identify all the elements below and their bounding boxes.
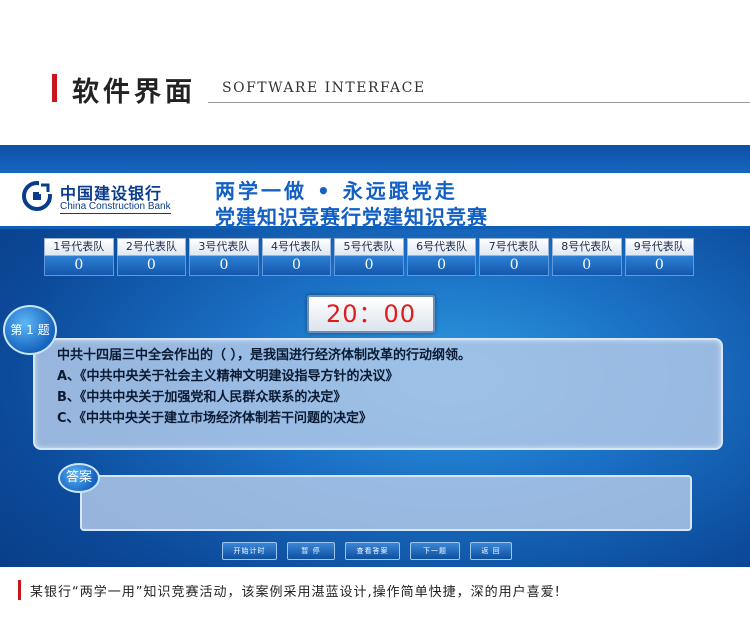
option-b[interactable]: B、《中共中央关于加强党和人民群众联系的决定》 — [57, 387, 699, 408]
countdown-timer: 20：00 — [307, 295, 435, 333]
team-card[interactable]: 5号代表队 0 — [334, 238, 404, 276]
question-number-badge: 第 1 题 — [3, 305, 57, 355]
section-subtitle: SOFTWARE INTERFACE — [222, 80, 426, 96]
next-question-button[interactable]: 下一题 — [410, 542, 460, 560]
banner-title-line2: 党建知识竞赛行党建知识竞赛 — [215, 205, 488, 229]
team-score: 0 — [44, 256, 114, 276]
team-score: 0 — [479, 256, 549, 276]
accent-bar — [52, 74, 57, 102]
team-name: 9号代表队 — [624, 238, 695, 256]
question-panel: 中共十四届三中全会作出的（ ），是我国进行经济体制改革的行动纲领。 A、《中共中… — [33, 338, 723, 450]
team-name: 6号代表队 — [406, 238, 477, 256]
team-card[interactable]: 7号代表队 0 — [479, 238, 549, 276]
team-score: 0 — [406, 256, 477, 276]
team-card[interactable]: 3号代表队 0 — [189, 238, 259, 276]
team-card[interactable]: 2号代表队 0 — [116, 238, 187, 276]
option-a[interactable]: A、《中共中央关于社会主义精神文明建设指导方针的决议》 — [57, 366, 699, 387]
option-c[interactable]: C、《中共中央关于建立市场经济体制若干问题的决定》 — [57, 408, 699, 429]
back-button[interactable]: 返 回 — [470, 542, 512, 560]
team-score: 0 — [261, 256, 332, 276]
footer-accent-bar — [18, 580, 21, 600]
team-score: 0 — [116, 256, 187, 276]
answer-badge: 答案 — [58, 463, 100, 493]
app-banner: 中国建设银行 China Construction Bank 两学一做 • 永远… — [0, 173, 750, 229]
team-name: 4号代表队 — [261, 238, 332, 256]
team-name: 5号代表队 — [334, 238, 404, 256]
view-answer-button[interactable]: 查看答案 — [345, 542, 400, 560]
team-score: 0 — [334, 256, 404, 276]
ccb-logo-icon — [22, 181, 52, 211]
team-card[interactable]: 4号代表队 0 — [261, 238, 332, 276]
header-divider — [208, 102, 750, 103]
question-text: 中共十四届三中全会作出的（ ），是我国进行经济体制改革的行动纲领。 — [57, 348, 472, 363]
pause-button[interactable]: 暂 停 — [287, 542, 335, 560]
team-name: 2号代表队 — [116, 238, 187, 256]
team-name: 7号代表队 — [479, 238, 549, 256]
team-scoreboard: 1号代表队 0 2号代表队 0 3号代表队 0 4号代表队 0 5号代表队 0 … — [44, 238, 695, 276]
footer-caption: 某银行“两学一用”知识竞赛活动，该案例采用湛蓝设计,操作简单快捷，深的用户喜爱! — [30, 585, 561, 600]
team-score: 0 — [624, 256, 695, 276]
team-score: 0 — [551, 256, 622, 276]
start-timer-button[interactable]: 开始计时 — [222, 542, 277, 560]
control-bar: 开始计时 暂 停 查看答案 下一题 返 回 — [222, 542, 512, 560]
team-name: 8号代表队 — [551, 238, 622, 256]
section-title: 软件界面 — [72, 77, 196, 108]
team-card[interactable]: 6号代表队 0 — [406, 238, 477, 276]
answer-panel — [80, 475, 692, 531]
bank-name-en: China Construction Bank — [60, 201, 171, 214]
quiz-app-window: 中国建设银行 China Construction Bank 两学一做 • 永远… — [0, 145, 750, 567]
app-top-strip — [0, 145, 750, 173]
team-card[interactable]: 9号代表队 0 — [624, 238, 695, 276]
team-name: 1号代表队 — [44, 238, 114, 256]
team-card[interactable]: 1号代表队 0 — [44, 238, 114, 276]
banner-title-line1: 两学一做 • 永远跟党走 — [215, 179, 458, 203]
team-card[interactable]: 8号代表队 0 — [551, 238, 622, 276]
team-name: 3号代表队 — [189, 238, 259, 256]
section-header: 软件界面 SOFTWARE INTERFACE — [0, 0, 750, 120]
team-score: 0 — [189, 256, 259, 276]
